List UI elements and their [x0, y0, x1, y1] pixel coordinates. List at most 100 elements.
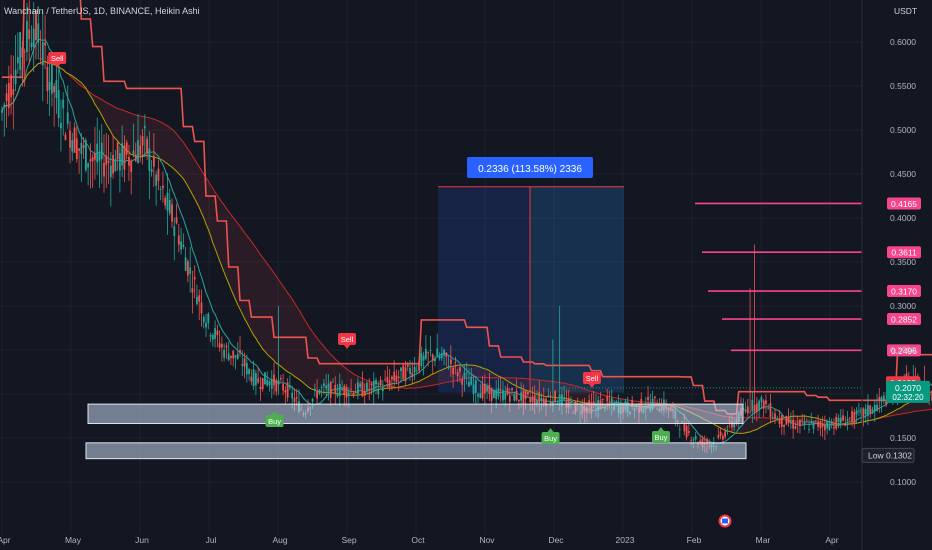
candle-body [511, 388, 513, 390]
candle-body [80, 143, 83, 154]
candle-body [812, 421, 815, 429]
candle-body [322, 383, 325, 387]
candle-body [692, 439, 695, 441]
candle-body [134, 154, 137, 162]
buy-signal-label: Buy [268, 417, 281, 426]
candle-body [96, 143, 99, 163]
candle-body [347, 392, 350, 396]
candle-body [318, 389, 321, 394]
candle-body [200, 302, 203, 314]
candle-body [123, 145, 126, 170]
candle-body [12, 89, 15, 95]
candle-body [413, 366, 416, 373]
candle-body [121, 143, 124, 166]
candle-body [805, 421, 808, 423]
candle-body [767, 408, 770, 410]
candle-body [508, 395, 511, 402]
candle-body [683, 423, 686, 432]
candle-body [189, 267, 192, 274]
x-tick-label: Nov [479, 535, 495, 545]
candle-body [69, 130, 71, 148]
candle-body [799, 419, 801, 426]
candle-body [801, 419, 804, 421]
candle-body [406, 363, 409, 367]
candle-body [771, 416, 774, 418]
candle-body [254, 373, 257, 386]
price-chart[interactable]: 0.2336 (113.58%) 2336 0.41650.36110.3170… [0, 0, 932, 550]
candle-body [359, 383, 362, 388]
candle-body [690, 440, 693, 441]
candle-body [325, 385, 328, 389]
candle-body [454, 362, 457, 364]
buy-signal-label: Buy [654, 433, 667, 442]
candle-body [168, 199, 171, 214]
candle-body [291, 392, 294, 399]
candle-body [202, 316, 205, 323]
candle-body [71, 140, 74, 152]
candle-body [350, 388, 352, 390]
candle-body [157, 168, 160, 181]
candle-body [193, 276, 196, 280]
candle-body [227, 353, 230, 361]
y-tick-label: 0.4000 [890, 213, 916, 223]
candle-body [465, 373, 468, 375]
candle-body [114, 159, 117, 172]
candle-body [422, 355, 425, 361]
candle-body [270, 379, 273, 389]
candle-body [257, 378, 260, 383]
candle-body [400, 367, 402, 372]
currency-label: USDT [894, 6, 917, 16]
candle-body [427, 352, 430, 354]
candle-body [293, 398, 296, 403]
candle-body [311, 398, 314, 402]
candle-body [7, 82, 10, 109]
candle-body [282, 384, 284, 391]
candle-body [393, 371, 396, 381]
candle-body [615, 401, 618, 404]
flag-icon[interactable] [718, 514, 732, 528]
candle-body [261, 378, 264, 390]
candle-body [150, 169, 153, 173]
x-tick-label: Mar [756, 535, 771, 545]
candle-body [166, 192, 169, 211]
candle-body [248, 369, 250, 375]
target-tag-label: 0.4165 [891, 199, 917, 209]
candle-body [826, 420, 829, 429]
candle-body [853, 411, 856, 424]
candle-body [425, 349, 427, 359]
candle-body [98, 153, 101, 161]
candle-body [207, 313, 210, 323]
candle-body [94, 153, 96, 160]
candle-body [89, 159, 92, 162]
candle-body [173, 226, 176, 236]
candle-body [245, 362, 248, 375]
candle-body [141, 136, 144, 146]
candle-body [749, 411, 751, 413]
candle-body [470, 376, 473, 385]
candle-body [66, 112, 69, 125]
candle-body [490, 387, 493, 401]
candle-body [828, 423, 831, 431]
candle-body [758, 400, 761, 411]
x-tick-label: Apr [825, 535, 838, 545]
y-tick-label: 0.5000 [890, 125, 916, 135]
candle-body [601, 398, 604, 400]
candle-body [495, 389, 498, 400]
candle-body [499, 389, 502, 391]
x-tick-label: Jul [206, 535, 217, 545]
candle-body [409, 367, 411, 374]
candle-body [384, 379, 387, 381]
candle-body [477, 394, 479, 397]
x-tick-label: May [65, 535, 82, 545]
candle-body [186, 261, 189, 276]
y-tick-label: 0.6000 [890, 37, 916, 47]
candle-body [842, 415, 844, 421]
candle-body [105, 155, 108, 165]
candle-body [137, 140, 139, 163]
candle-body [16, 57, 19, 64]
candle-body [538, 392, 541, 404]
candle-body [459, 367, 461, 372]
candle-body [787, 416, 790, 424]
candle-body [404, 367, 407, 382]
candle-body [78, 148, 80, 151]
